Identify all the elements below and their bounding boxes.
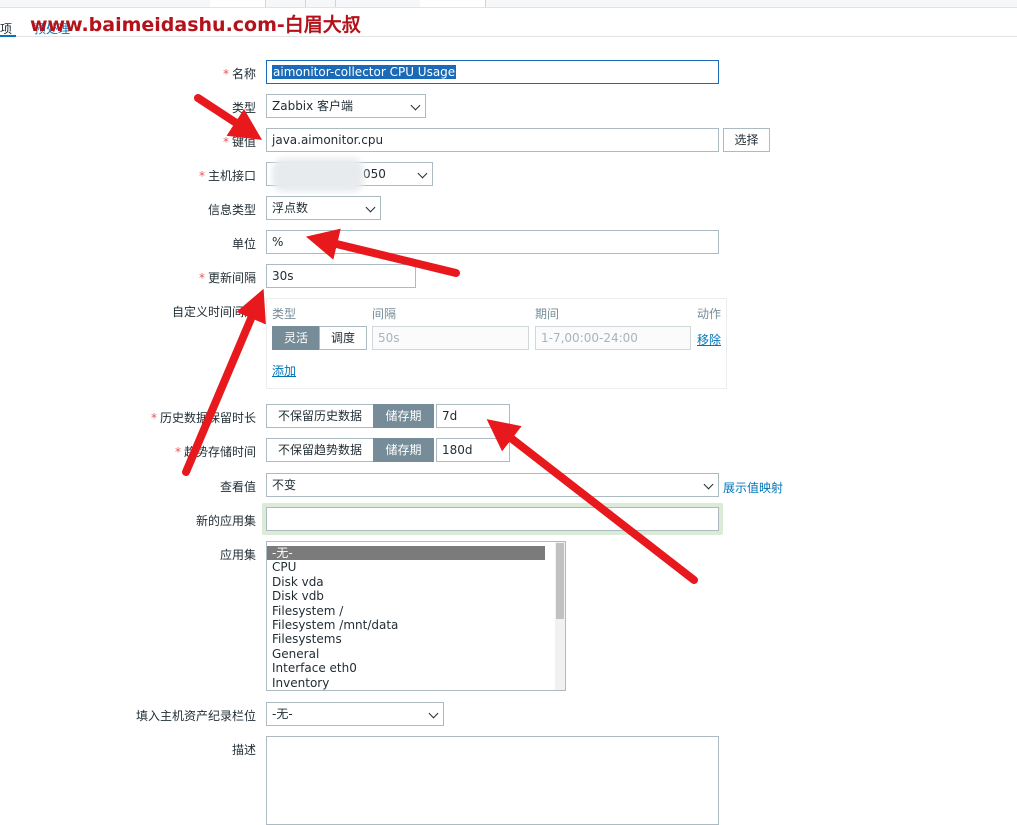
name-label: * 名称 (222, 67, 256, 81)
trends-no-keep-toggle[interactable]: 不保留趋势数据 (266, 438, 374, 462)
update-interval-label: * 更新间隔 (198, 271, 256, 285)
info-type-select[interactable]: 浮点数 (266, 196, 381, 220)
chevron-down-icon (417, 168, 428, 179)
update-interval-input[interactable]: 30s (266, 264, 416, 288)
description-label: 描述 (231, 743, 256, 757)
applications-label: 应用集 (219, 548, 256, 562)
scheduling-toggle[interactable]: 调度 (319, 326, 367, 350)
list-item[interactable]: CPU (267, 560, 565, 574)
chevron-down-icon (410, 100, 421, 111)
header-action: 动作 (697, 307, 722, 321)
key-input[interactable]: java.aimonitor.cpu (266, 128, 719, 152)
scrollbar-thumb[interactable] (556, 543, 564, 619)
show-value-label: 查看值 (219, 480, 256, 494)
info-type-label: 信息类型 (207, 203, 256, 217)
blurred-interface-address (272, 158, 364, 192)
inventory-label: 填入主机资产纪录栏位 (135, 709, 256, 723)
trends-period-input[interactable]: 180d (436, 438, 510, 462)
list-item[interactable]: Filesystems (267, 632, 565, 646)
value-mapping-link[interactable]: 展示值映射 (723, 479, 783, 496)
toolbar-segment[interactable] (420, 0, 486, 7)
header-period: 期间 (535, 307, 560, 321)
custom-intervals-label: 自定义时间间隔 (171, 305, 256, 319)
trends-storage-toggle[interactable]: 储存期 (373, 438, 434, 462)
units-label: 单位 (231, 237, 256, 251)
units-input[interactable]: % (266, 230, 719, 254)
list-item[interactable]: General (267, 647, 565, 661)
listbox-scrollbar[interactable] (555, 542, 565, 690)
description-textarea[interactable] (266, 736, 719, 825)
toolbar-segment[interactable] (305, 0, 336, 7)
add-interval-link[interactable]: 添加 (272, 362, 296, 379)
history-no-keep-toggle[interactable]: 不保留历史数据 (266, 404, 374, 428)
key-label: * 键值 (222, 135, 256, 149)
new-application-input[interactable] (266, 507, 719, 531)
select-key-button[interactable]: 选择 (723, 128, 770, 152)
list-item[interactable]: Filesystem /mnt/data (267, 618, 565, 632)
custom-period-input[interactable]: 1-7,00:00-24:00 (535, 326, 691, 350)
flexible-toggle[interactable]: 灵活 (272, 326, 320, 350)
chevron-down-icon (365, 202, 376, 213)
history-storage-toggle[interactable]: 储存期 (373, 404, 434, 428)
list-item[interactable]: Interface eth0 (267, 661, 565, 675)
list-item[interactable]: Filesystem / (267, 604, 565, 618)
list-item[interactable]: Disk vdb (267, 589, 565, 603)
chevron-down-icon (428, 708, 439, 719)
new-application-label: 新的应用集 (195, 514, 256, 528)
history-label: * 历史数据保留时长 (150, 411, 256, 425)
header-type: 类型 (272, 307, 297, 321)
type-select[interactable]: Zabbix 客户端 (266, 94, 426, 118)
type-label: 类型 (231, 101, 256, 115)
trends-label: * 趋势存储时间 (174, 445, 256, 459)
toolbar-segment[interactable] (265, 0, 306, 7)
remove-interval-link[interactable]: 移除 (697, 331, 721, 348)
inventory-select[interactable]: -无- (266, 702, 444, 726)
custom-interval-input[interactable]: 50s (372, 326, 529, 350)
watermark-text: www.baimeidashu.com-白眉大叔 (30, 14, 361, 36)
show-value-select[interactable]: 不变 (266, 473, 719, 497)
history-period-input[interactable]: 7d (436, 404, 510, 428)
top-toolbar-strip (0, 0, 1017, 8)
list-item[interactable]: Inventory (267, 676, 565, 690)
toolbar-segment[interactable] (210, 0, 266, 7)
header-interval: 间隔 (372, 307, 397, 321)
list-item[interactable]: -无- (267, 546, 545, 561)
active-tab-indicator (0, 35, 16, 37)
list-item[interactable]: Disk vda (267, 575, 565, 589)
name-input[interactable]: aimonitor-collector CPU Usage (266, 60, 719, 84)
interface-label: * 主机接口 (198, 169, 256, 183)
chevron-down-icon (703, 479, 714, 490)
applications-listbox[interactable]: -无- CPU Disk vda Disk vdb Filesystem / Filesy… (266, 541, 566, 691)
